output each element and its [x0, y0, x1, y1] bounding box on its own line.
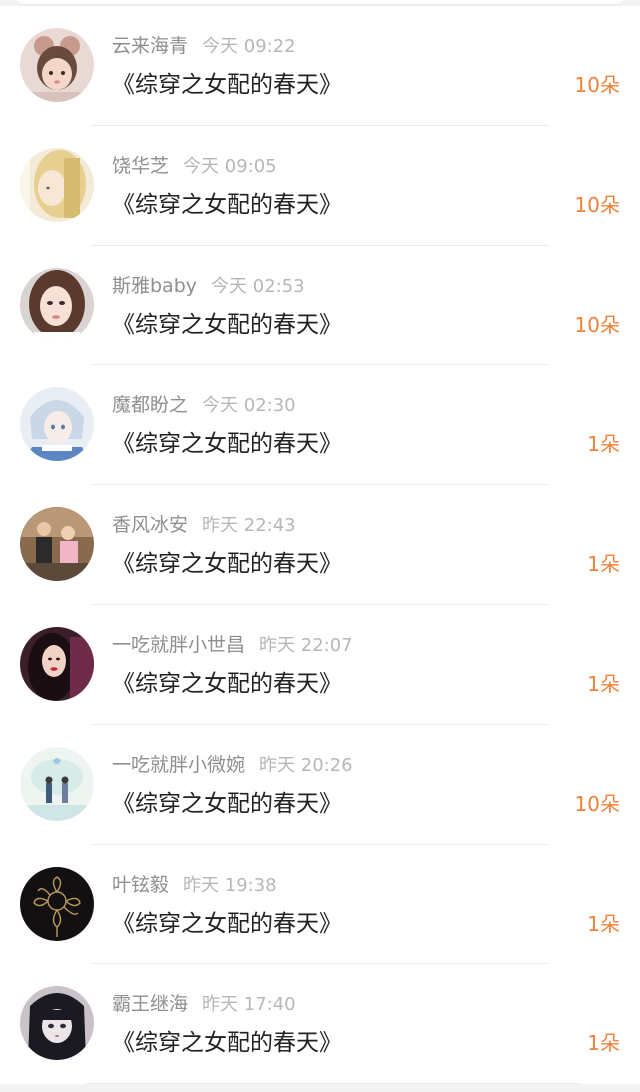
gift-record-list: 云来海青 今天 09:22 《综穿之女配的春天》 10朵 饶华芝 今天 09:05: [0, 6, 640, 1085]
flower-amount: 10朵: [574, 192, 620, 217]
book-title[interactable]: 《综穿之女配的春天》: [112, 667, 342, 701]
flower-amount: 1朵: [587, 1031, 620, 1056]
username[interactable]: 一吃就胖小世昌: [112, 634, 245, 656]
gold-flower-avatar[interactable]: [20, 866, 94, 941]
timestamp: 今天 09:05: [183, 155, 277, 177]
anime-girl-avatar[interactable]: [20, 986, 94, 1061]
username[interactable]: 香风冰安: [112, 514, 188, 536]
flower-amount: 10朵: [574, 73, 620, 97]
dark-hair-woman-avatar[interactable]: [20, 626, 94, 701]
gift-records-page: 云来海青 今天 09:22 《综穿之女配的春天》 10朵 饶华芝 今天 09:05: [0, 0, 640, 1092]
list-item[interactable]: 霸王继海 昨天 17:40 《综穿之女配的春天》 1朵: [0, 964, 640, 1085]
row-divider: [86, 1083, 580, 1085]
list-item[interactable]: 斯雅baby 今天 02:53 《综穿之女配的春天》 10朵: [0, 246, 640, 366]
list-item[interactable]: 香风冰安 昨天 22:43 《综穿之女配的春天》 1朵: [0, 485, 640, 605]
timestamp: 今天 02:30: [202, 395, 296, 417]
list-item[interactable]: 一吃就胖小世昌 昨天 22:07 《综穿之女配的春天》 1朵: [0, 605, 640, 725]
username[interactable]: 魔都盼之: [112, 394, 188, 416]
list-item[interactable]: 叶铉毅 昨天 19:38 《综穿之女配的春天》 1朵: [0, 845, 640, 965]
list-item[interactable]: 饶华芝 今天 09:05 《综穿之女配的春天》 10朵: [0, 126, 640, 246]
username[interactable]: 云来海青: [112, 35, 188, 57]
book-title[interactable]: 《综穿之女配的春天》: [112, 427, 342, 461]
username[interactable]: 叶铉毅: [112, 874, 169, 896]
username[interactable]: 饶华芝: [112, 155, 169, 177]
selfie-girl-avatar[interactable]: [20, 267, 94, 342]
list-item[interactable]: 云来海青 今天 09:22 《综穿之女配的春天》 10朵: [0, 6, 640, 126]
username[interactable]: 霸王继海: [112, 993, 188, 1015]
girl-headband-avatar[interactable]: [20, 28, 94, 102]
anime-boy-avatar[interactable]: [20, 387, 94, 462]
book-title[interactable]: 《综穿之女配的春天》: [112, 787, 342, 821]
group-photo-avatar[interactable]: [20, 507, 94, 582]
username[interactable]: 一吃就胖小微婉: [112, 754, 245, 776]
previous-card-edge: [14, 0, 626, 4]
flower-amount: 1朵: [587, 432, 620, 457]
flower-amount: 10朵: [574, 312, 620, 337]
blonde-girl-avatar[interactable]: [20, 147, 94, 222]
flower-amount: 1朵: [587, 671, 620, 696]
book-title[interactable]: 《综穿之女配的春天》: [112, 188, 342, 222]
timestamp: 昨天 17:40: [202, 994, 296, 1016]
timestamp: 昨天 22:43: [202, 515, 296, 537]
timestamp: 今天 09:22: [202, 36, 296, 57]
list-item[interactable]: 一吃就胖小微婉 昨天 20:26 《综穿之女配的春天》 10朵: [0, 725, 640, 845]
timestamp: 昨天 20:26: [259, 754, 353, 776]
flower-amount: 1朵: [587, 552, 620, 577]
book-title[interactable]: 《综穿之女配的春天》: [112, 1026, 342, 1060]
couple-illustration-avatar[interactable]: [20, 746, 94, 821]
book-title[interactable]: 《综穿之女配的春天》: [112, 68, 342, 102]
flower-amount: 10朵: [574, 791, 620, 816]
book-title[interactable]: 《综穿之女配的春天》: [112, 308, 342, 342]
flower-amount: 1朵: [587, 911, 620, 936]
timestamp: 今天 02:53: [211, 275, 305, 297]
timestamp: 昨天 19:38: [183, 874, 277, 896]
username[interactable]: 斯雅baby: [112, 275, 197, 297]
book-title[interactable]: 《综穿之女配的春天》: [112, 547, 342, 581]
book-title[interactable]: 《综穿之女配的春天》: [112, 907, 342, 941]
list-item[interactable]: 魔都盼之 今天 02:30 《综穿之女配的春天》 1朵: [0, 365, 640, 486]
timestamp: 昨天 22:07: [259, 634, 353, 656]
